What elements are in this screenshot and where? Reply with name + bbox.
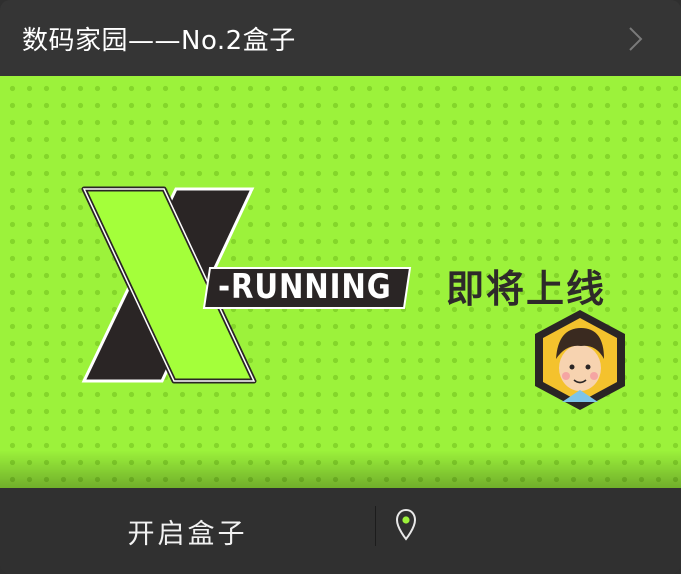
logo-word: -RUNNING (218, 267, 392, 307)
location-pin-icon[interactable] (392, 507, 420, 543)
box-card: 数码家园——No.2盒子 -RUNNING 即将上线 开启盒子 (0, 0, 681, 574)
chevron-right-icon[interactable] (623, 26, 647, 52)
card-title: 数码家园——No.2盒子 (22, 25, 296, 56)
card-footer: 开启盒子 (0, 488, 681, 574)
mascot-avatar-icon (535, 310, 625, 410)
open-box-button[interactable]: 开启盒子 (0, 488, 375, 574)
open-box-label: 开启盒子 (127, 518, 248, 550)
banner-shadow (0, 450, 681, 488)
card-header[interactable]: 数码家园——No.2盒子 (0, 0, 681, 76)
footer-divider (375, 506, 376, 546)
promo-banner[interactable]: -RUNNING 即将上线 (0, 76, 681, 488)
tagline: 即将上线 (446, 267, 607, 311)
